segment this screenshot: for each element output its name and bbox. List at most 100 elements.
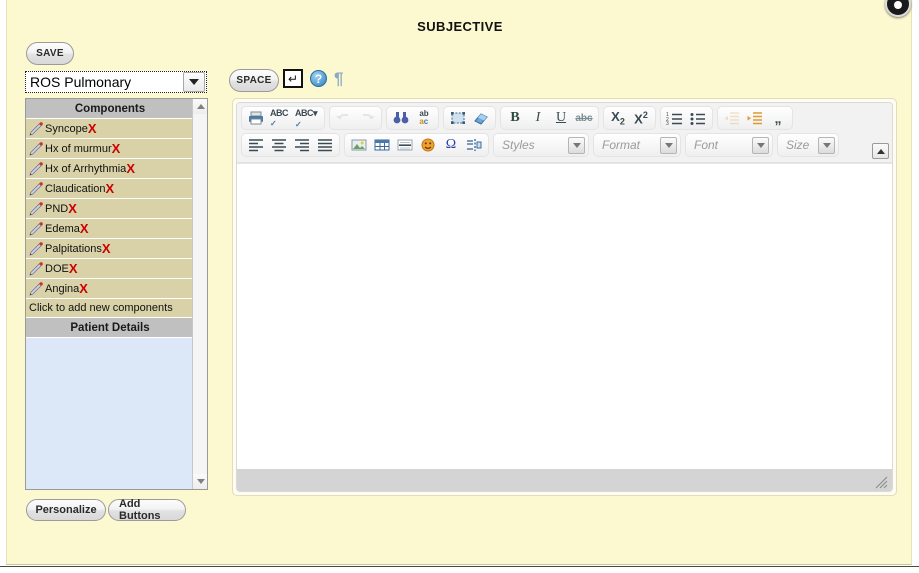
indent-icon[interactable] [744, 108, 766, 128]
blockquote-icon[interactable]: „ [767, 108, 789, 128]
replace-icon[interactable]: ab ac [413, 108, 435, 128]
spellcheck-menu-icon[interactable]: ABC▾ ✓ [291, 108, 321, 129]
chevron-down-icon[interactable] [568, 136, 585, 154]
pencil-icon[interactable] [28, 201, 44, 217]
resize-grip-icon[interactable] [874, 475, 888, 489]
remove-component-icon[interactable]: X [112, 142, 121, 155]
add-new-component[interactable]: Click to add new components [26, 299, 194, 318]
table-icon[interactable] [371, 135, 393, 155]
pencil-icon[interactable] [28, 141, 44, 157]
align-center-icon[interactable] [268, 135, 290, 155]
superscript-icon[interactable]: X2 [630, 108, 652, 128]
remove-format-icon[interactable] [470, 108, 492, 128]
find-icon[interactable] [390, 108, 412, 128]
component-item[interactable]: Palpitations X [26, 239, 194, 259]
outdent-icon[interactable] [721, 108, 743, 128]
redo-icon[interactable] [356, 108, 378, 128]
component-label: PND [45, 202, 69, 215]
size-combo[interactable]: Size [777, 133, 839, 157]
smiley-icon[interactable] [417, 135, 439, 155]
toolbar-group-history [329, 106, 382, 130]
size-combo-label: Size [786, 138, 810, 152]
pencil-icon[interactable] [28, 241, 44, 257]
enter-key-icon[interactable]: ↵ [283, 69, 303, 88]
component-label: Angina [45, 282, 80, 295]
component-label: Claudication [45, 182, 106, 195]
print-icon[interactable] [245, 108, 267, 128]
scroll-up-icon[interactable] [193, 99, 207, 114]
pencil-icon[interactable] [28, 161, 44, 177]
strikethrough-icon[interactable]: abc [573, 108, 595, 128]
collapse-toolbar-icon[interactable] [872, 143, 889, 159]
font-combo-label: Font [694, 138, 719, 152]
remove-component-icon[interactable]: X [68, 202, 77, 215]
toolbar-group-insert: Ω [344, 133, 489, 157]
component-label: DOE [45, 262, 69, 275]
editor-footer [237, 469, 892, 491]
component-item[interactable]: PND X [26, 199, 194, 219]
remove-component-icon[interactable]: X [106, 182, 115, 195]
remove-component-icon[interactable]: X [79, 282, 88, 295]
component-label: Palpitations [45, 242, 102, 255]
toolbar-group-scripts: X2 X2 [603, 106, 656, 130]
remove-component-icon[interactable]: X [88, 122, 97, 135]
personalize-button[interactable]: Personalize [26, 499, 106, 521]
editor-content-area[interactable] [237, 163, 892, 469]
template-select-value: ROS Pulmonary [30, 74, 132, 90]
corner-knob-icon[interactable] [885, 0, 911, 17]
pencil-icon[interactable] [28, 221, 44, 237]
italic-icon[interactable]: I [527, 108, 549, 128]
component-item[interactable]: Angina X [26, 279, 194, 299]
undo-icon[interactable] [333, 108, 355, 128]
help-icon[interactable]: ? [310, 70, 327, 87]
component-item[interactable]: Syncope X [26, 119, 194, 139]
pencil-icon[interactable] [28, 261, 44, 277]
save-button[interactable]: SAVE [26, 42, 74, 65]
remove-component-icon[interactable]: X [69, 262, 78, 275]
component-item[interactable]: Edema X [26, 219, 194, 239]
format-combo[interactable]: Format [593, 133, 681, 157]
component-label: Edema [45, 222, 80, 235]
chevron-down-icon[interactable] [183, 72, 205, 92]
bold-icon[interactable]: B [504, 108, 526, 128]
special-char-icon[interactable]: Ω [440, 135, 462, 155]
chevron-down-icon[interactable] [818, 136, 835, 154]
horizontal-rule-icon[interactable] [394, 135, 416, 155]
select-all-icon[interactable] [447, 108, 469, 128]
subscript-icon[interactable]: X2 [607, 108, 629, 128]
components-scrollbar[interactable] [192, 99, 207, 489]
component-label: Syncope [45, 122, 88, 135]
align-justify-icon[interactable] [314, 135, 336, 155]
underline-icon[interactable]: U [550, 108, 572, 128]
scroll-down-icon[interactable] [193, 474, 207, 489]
components-header: Components [26, 99, 194, 119]
component-item[interactable]: Hx of murmur X [26, 139, 194, 159]
align-right-icon[interactable] [291, 135, 313, 155]
component-item[interactable]: Claudication X [26, 179, 194, 199]
corner-knob-dot [894, 1, 902, 9]
remove-component-icon[interactable]: X [102, 242, 111, 255]
pencil-icon[interactable] [28, 281, 44, 297]
bulleted-list-icon[interactable] [687, 108, 709, 128]
pencil-icon[interactable] [28, 181, 44, 197]
pencil-icon[interactable] [28, 121, 44, 137]
font-combo[interactable]: Font [685, 133, 773, 157]
add-buttons-button[interactable]: Add Buttons [108, 498, 186, 522]
component-item[interactable]: Hx of Arrhythmia X [26, 159, 194, 179]
styles-combo[interactable]: Styles [493, 133, 589, 157]
toolbar-group-basic-styles: B I Uabc [500, 106, 599, 130]
component-item[interactable]: DOE X [26, 259, 194, 279]
numbered-list-icon[interactable]: 123 [664, 108, 686, 128]
remove-component-icon[interactable]: X [80, 222, 89, 235]
chevron-down-icon[interactable] [752, 136, 769, 154]
page-break-icon[interactable] [463, 135, 485, 155]
image-icon[interactable] [348, 135, 370, 155]
chevron-down-icon[interactable] [660, 136, 677, 154]
template-select[interactable]: ROS Pulmonary [25, 71, 207, 93]
pilcrow-icon[interactable]: ¶ [334, 70, 343, 87]
remove-component-icon[interactable]: X [126, 162, 135, 175]
spellcheck-icon[interactable]: ABC ✓ [268, 108, 290, 128]
space-button[interactable]: SPACE [229, 69, 279, 92]
align-left-icon[interactable] [245, 135, 267, 155]
component-label: Hx of murmur [45, 142, 112, 155]
